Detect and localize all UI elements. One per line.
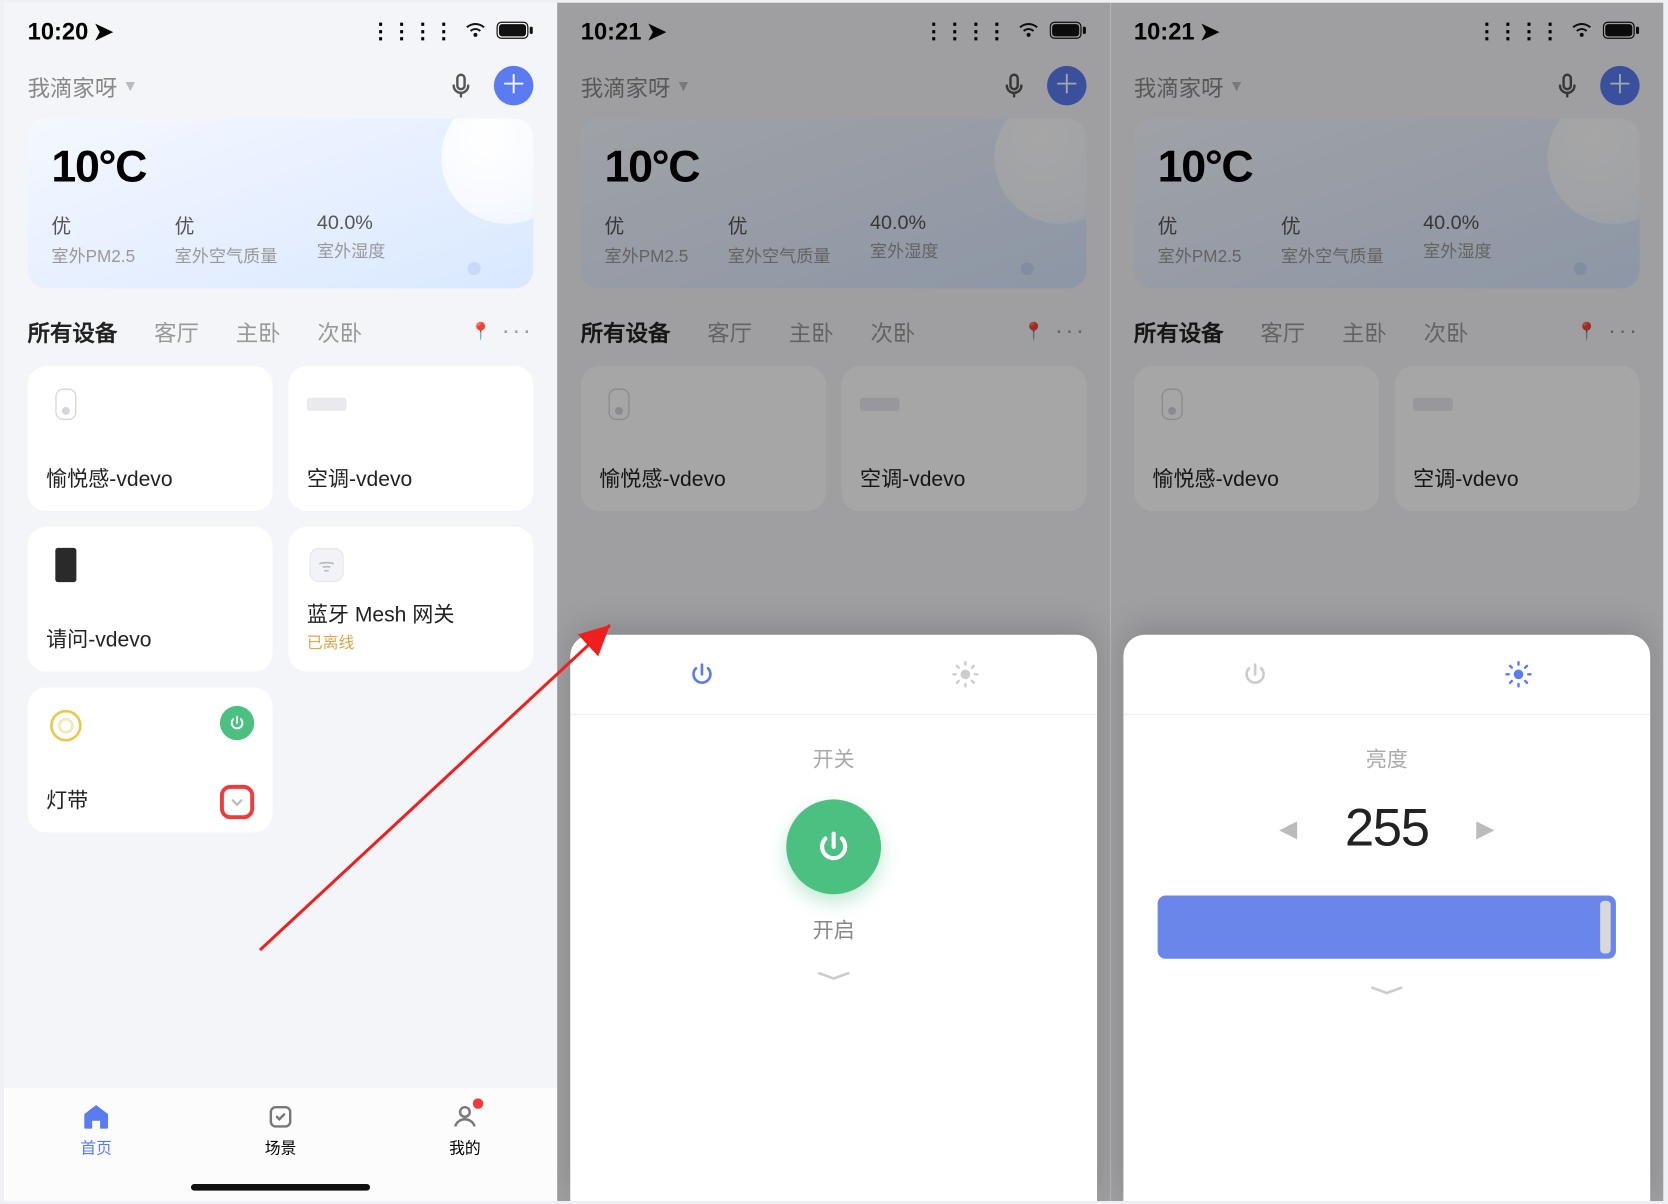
room-tab[interactable]: 客厅 <box>154 315 199 348</box>
room-tab[interactable]: 主卧 <box>236 315 281 348</box>
brightness-value-row: ◀ 255 ▶ <box>1123 799 1650 858</box>
phone-3: 10:21➤ ⋮⋮⋮⋮ 我滴家呀▼ ＋ 10°C 优室外PM2.5 优室外空气质… <box>1110 3 1663 1201</box>
thermometer-icon <box>46 385 86 425</box>
wifi-icon <box>1570 16 1594 46</box>
expand-chevron-icon[interactable] <box>220 785 254 819</box>
add-button[interactable]: ＋ <box>494 66 534 106</box>
phone-1: 10:20➤ ⋮⋮⋮⋮ 我滴家呀▼ <box>4 3 557 1201</box>
add-button[interactable]: ＋ <box>1600 66 1640 106</box>
device-card[interactable]: 愉悦感-vdevo <box>1134 366 1379 511</box>
ac-icon <box>860 385 900 425</box>
ac-icon <box>307 385 347 425</box>
tab-home[interactable]: 首页 <box>4 1101 188 1159</box>
status-right: ⋮⋮⋮⋮ <box>370 16 533 46</box>
sheet-collapse-chevron-icon[interactable] <box>1123 982 1650 998</box>
sheet-tab-brightness[interactable] <box>834 635 1097 714</box>
slider-thumb[interactable] <box>1600 901 1611 954</box>
room-tab[interactable]: 次卧 <box>871 315 916 348</box>
weather-cell: 优室外空气质量 <box>175 212 278 267</box>
room-tab-active[interactable]: 所有设备 <box>581 315 671 348</box>
device-card[interactable]: 空调-vdevo <box>842 366 1087 511</box>
temperature: 10°C <box>51 142 509 193</box>
room-tab[interactable]: 主卧 <box>789 315 834 348</box>
device-card[interactable]: 请问-vdevo <box>28 527 273 672</box>
status-time: 10:21➤ <box>581 18 667 46</box>
pin-icon: 📍 <box>470 321 494 342</box>
power-toggle[interactable] <box>220 706 254 740</box>
decrease-button[interactable]: ◀ <box>1279 815 1297 843</box>
room-more-button[interactable]: 📍··· <box>470 317 533 345</box>
brightness-value: 255 <box>1345 799 1429 858</box>
big-power-button[interactable] <box>786 799 881 894</box>
home-icon <box>80 1101 112 1133</box>
location-icon: ➤ <box>647 18 667 44</box>
device-card[interactable]: 空调-vdevo <box>288 366 533 511</box>
notification-dot <box>473 1098 484 1109</box>
phone-2: 10:21➤ ⋮⋮⋮⋮ 我滴家呀▼ ＋ 10°C 优室外PM2.5 优室外空气质… <box>557 3 1110 1201</box>
scene-icon <box>265 1101 297 1133</box>
device-card[interactable]: 愉悦感-vdevo <box>28 366 273 511</box>
status-time: 10:20➤ <box>28 18 114 46</box>
room-more-button[interactable]: 📍··· <box>1023 317 1086 345</box>
room-tab-active[interactable]: 所有设备 <box>28 315 118 348</box>
add-button[interactable]: ＋ <box>1047 66 1087 106</box>
sheet-title: 开关 <box>570 741 1097 773</box>
device-card[interactable]: 愉悦感-vdevo <box>581 366 826 511</box>
gateway-icon: ᯤ <box>307 545 347 585</box>
weather-cell: 40.0%室外湿度 <box>317 212 386 267</box>
device-card[interactable]: 空调-vdevo <box>1395 366 1640 511</box>
home-selector[interactable]: 我滴家呀▼ <box>28 69 138 102</box>
home-selector[interactable]: 我滴家呀▼ <box>1134 69 1244 102</box>
status-bar: 10:21➤ ⋮⋮⋮⋮ <box>557 3 1110 61</box>
sheet-tab-brightness[interactable] <box>1387 635 1650 714</box>
light-icon <box>46 706 86 746</box>
home-indicator <box>191 1184 370 1191</box>
speaker-icon <box>46 545 86 585</box>
microphone-button[interactable] <box>1553 71 1582 100</box>
room-tabs: 所有设备 客厅 主卧 次卧 📍··· <box>4 288 557 366</box>
app-header: 我滴家呀▼ ＋ <box>4 61 557 119</box>
status-bar: 10:20➤ ⋮⋮⋮⋮ <box>4 3 557 61</box>
battery-icon <box>1603 18 1640 46</box>
bottom-sheet-brightness: 亮度 ◀ 255 ▶ <box>1123 635 1650 1201</box>
battery-icon <box>1050 18 1087 46</box>
room-tab[interactable]: 客厅 <box>707 315 752 348</box>
weather-card[interactable]: 10°C 优室外PM2.5 优室外空气质量 40.0%室外湿度 <box>581 119 1087 289</box>
location-icon: ➤ <box>94 18 114 44</box>
device-grid: 愉悦感-vdevo 空调-vdevo 请问-vdevo ᯤ 蓝牙 Mesh 网关… <box>4 366 557 832</box>
device-card[interactable]: ᯤ 蓝牙 Mesh 网关已离线 <box>288 527 533 672</box>
microphone-button[interactable] <box>1000 71 1029 100</box>
battery-icon <box>497 18 534 46</box>
power-state-label: 开启 <box>570 913 1097 945</box>
bottom-sheet-power: 开关 开启 <box>570 635 1097 1201</box>
wifi-icon <box>1017 16 1041 46</box>
weather-card[interactable]: 10°C 优室外PM2.5 优室外空气质量 40.0%室外湿度 <box>28 119 534 289</box>
sheet-title: 亮度 <box>1123 741 1650 773</box>
user-icon <box>449 1101 481 1133</box>
sheet-tab-power[interactable] <box>570 635 833 714</box>
room-more-button[interactable]: 📍··· <box>1576 317 1639 345</box>
increase-button[interactable]: ▶ <box>1476 815 1494 843</box>
sheet-tab-power[interactable] <box>1123 635 1386 714</box>
tab-scene[interactable]: 场景 <box>188 1101 372 1159</box>
home-selector[interactable]: 我滴家呀▼ <box>581 69 691 102</box>
room-tab[interactable]: 次卧 <box>317 315 362 348</box>
wifi-icon <box>464 16 488 46</box>
weather-cell: 优室外PM2.5 <box>51 212 135 267</box>
brightness-slider[interactable] <box>1158 896 1616 959</box>
sheet-collapse-chevron-icon[interactable] <box>570 968 1097 984</box>
signal-icon: ⋮⋮⋮⋮ <box>370 18 454 44</box>
thermometer-icon <box>599 385 639 425</box>
device-card-lightstrip[interactable]: 灯带 <box>28 687 273 832</box>
tab-me[interactable]: 我的 <box>373 1101 557 1159</box>
sheet-tabs <box>570 635 1097 715</box>
microphone-button[interactable] <box>446 71 475 100</box>
three-phone-stage: 10:20➤ ⋮⋮⋮⋮ 我滴家呀▼ <box>4 3 1668 1201</box>
caret-down-icon: ▼ <box>122 76 138 94</box>
signal-icon: ⋮⋮⋮⋮ <box>923 18 1007 44</box>
